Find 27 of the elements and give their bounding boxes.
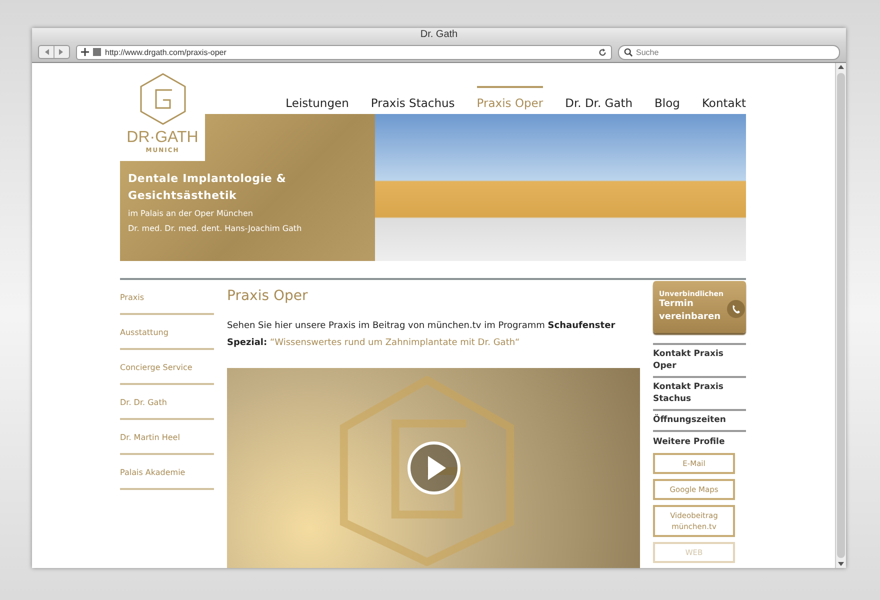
video-link[interactable]: “Wissenswertes rund um Zahnimplantate mit Dr. Gath“: [270, 338, 520, 348]
sidebar-item[interactable]: Palais Akademie: [120, 455, 214, 490]
contact-link[interactable]: Kontakt Praxis Stachus: [653, 376, 746, 409]
doctor-name: Dr. med. Dr. med. dent. Hans-Joachim Gath: [128, 223, 303, 235]
window-title: Dr. Gath: [32, 28, 846, 42]
hero-title: Dentale Implantologie & Gesichtsästhetik: [128, 171, 288, 204]
page-heading: Praxis Oper: [227, 288, 309, 304]
nav-link[interactable]: Praxis Stachus: [370, 86, 455, 110]
nav-link[interactable]: Praxis Oper: [476, 86, 544, 110]
sidebar-item[interactable]: Concierge Service: [120, 350, 214, 385]
nav-link[interactable]: Blog: [654, 86, 680, 110]
contact-link[interactable]: Öffnungszeiten: [653, 409, 746, 430]
sidebar-item[interactable]: Ausstattung: [120, 315, 214, 350]
sidebar-item[interactable]: Praxis: [120, 280, 214, 315]
search-input[interactable]: Suche: [636, 48, 834, 56]
nav-link[interactable]: Leistungen: [286, 86, 349, 110]
sidebar-item[interactable]: Dr. Dr. Gath: [120, 385, 214, 420]
address-bar[interactable]: http://www.drgath.com/praxis-oper: [76, 44, 612, 60]
sidebar-item[interactable]: Dr. Martin Heel: [120, 420, 214, 455]
contact-link[interactable]: Kontakt Praxis Oper: [653, 343, 746, 376]
search-field[interactable]: Suche: [618, 44, 840, 60]
intro-paragraph: Sehen Sie hier unsere Praxis im Beitrag von münchen.tv im Programm Schaufenster Spezial: “Wissenswertes rund um Zahnimplantate mit Dr. Gath“: [227, 320, 616, 350]
hero-subtitle: im Palais an der Oper München: [128, 208, 254, 220]
url-text: http://www.drgath.com/praxis-oper: [105, 48, 228, 56]
nav-link[interactable]: Kontakt: [702, 86, 746, 110]
nav-link[interactable]: Dr. Dr. Gath: [565, 86, 633, 110]
logo-text: DR·GATH: [126, 129, 198, 147]
